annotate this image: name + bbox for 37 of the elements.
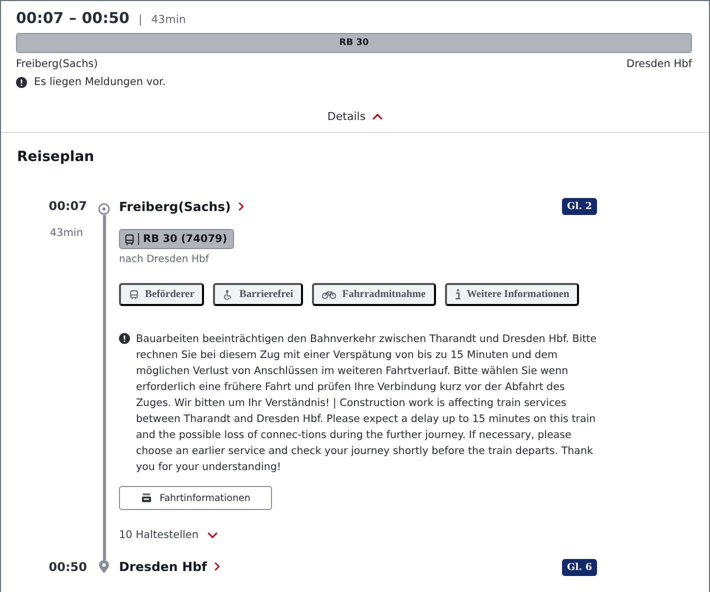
train-bar: RB 30 xyxy=(16,33,692,53)
ticket-icon xyxy=(140,493,152,503)
notice-text: Es liegen Meldungen vor. xyxy=(34,76,166,88)
trip-duration: 43min xyxy=(151,13,186,26)
alert-icon xyxy=(119,333,130,344)
section-title: Reiseplan xyxy=(17,149,96,165)
stop-time: 00:07 xyxy=(48,199,88,213)
chevron-down-icon xyxy=(206,532,218,538)
bus-icon xyxy=(129,290,139,300)
alert-icon xyxy=(16,76,27,88)
feature-button[interactable]: Fahrradmitnahme xyxy=(312,283,436,306)
chevron-up-icon xyxy=(372,113,383,120)
leg-duration: 43min xyxy=(48,226,84,241)
trip-times: 00:07 – 00:50 xyxy=(16,9,130,27)
feature-button[interactable]: Weitere Informationen xyxy=(444,283,580,306)
chevron-right-icon xyxy=(214,562,220,570)
info-icon xyxy=(454,289,461,300)
station-link[interactable]: Freiberg(Sachs) xyxy=(119,197,558,215)
platform-badge: Gl. 6 xyxy=(562,558,597,576)
chevron-right-icon xyxy=(238,202,244,210)
wheelchair-icon xyxy=(223,290,234,300)
feature-button[interactable]: Beförderer xyxy=(119,283,204,306)
origin-station: Freiberg(Sachs) xyxy=(16,58,98,70)
stop-time: 00:50 xyxy=(48,560,88,574)
details-toggle[interactable]: Details xyxy=(325,110,385,123)
direction-text: nach Dresden Hbf xyxy=(119,254,210,265)
disruption-message: Bauarbeiten beeinträchtigen den Bahnverkehr zwischen Tharandt und Dresden Hbf. Bitte rechnen Sie bei diesem Zug mit einer Verspätung von bis zu 15 Minuten und dem möglichen Verlust von Anschlüssen im weiteren Fahrtverlauf. Bitte wählen Sie wenn erforderlich eine frühere Fahrt und prüfen Ihre Verbindung kurz vor der Abfahrt des Zuges. Wir bitten um Ihr Verständnis! | Construction work is affecting train services between Tharandt and Dresden Hbf. Please expect a delay up to 15 minutes on this train and the possible loss of connec-tions during the further journey. If necessary, please choose an earlier service and check your journey shortly before the train departs. Thank you for your understanding! xyxy=(136,332,597,475)
feature-button[interactable]: Barrierefrei xyxy=(213,283,304,306)
train-badge: RB 30 (74079) xyxy=(119,229,234,249)
destination-station: Dresden Hbf xyxy=(626,58,692,70)
trip-info-button[interactable]: Fahrtinformationen xyxy=(119,486,272,510)
bicycle-icon xyxy=(322,290,336,299)
separator: | xyxy=(138,13,142,26)
stops-toggle[interactable]: 10 Haltestellen xyxy=(119,529,218,541)
station-link[interactable]: Dresden Hbf xyxy=(119,555,558,579)
train-icon xyxy=(125,234,134,244)
platform-badge: Gl. 2 xyxy=(562,198,597,214)
